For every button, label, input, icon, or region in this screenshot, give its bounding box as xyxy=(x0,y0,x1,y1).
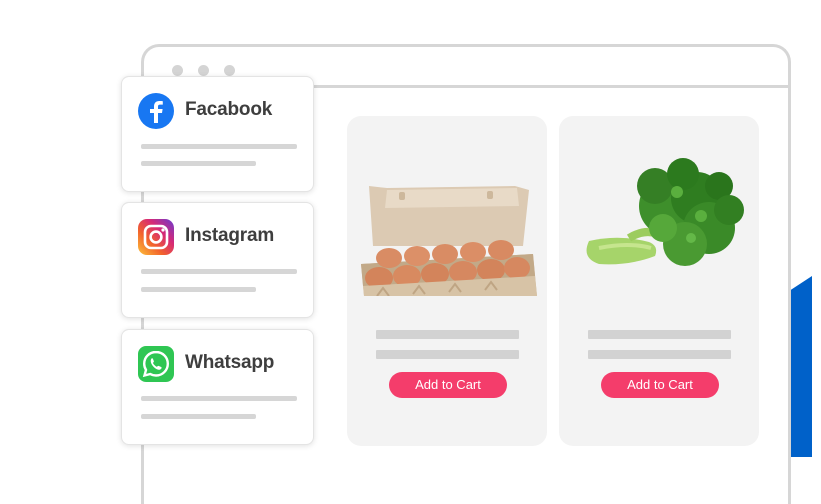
product-price-placeholder xyxy=(588,350,731,359)
product-title-placeholder xyxy=(588,330,731,339)
product-title-placeholder xyxy=(376,330,519,339)
product-card-eggs: Add to Cart xyxy=(347,116,547,446)
social-card-whatsapp[interactable]: Whatsapp xyxy=(121,329,314,445)
text-placeholder-line xyxy=(141,144,297,149)
facebook-icon xyxy=(138,93,174,129)
window-dot xyxy=(198,65,209,76)
social-label-whatsapp: Whatsapp xyxy=(185,352,275,373)
product-card-broccoli: Add to Cart xyxy=(559,116,759,446)
add-to-cart-button[interactable]: Add to Cart xyxy=(389,372,507,398)
broccoli-image xyxy=(586,158,744,266)
social-card-instagram[interactable]: Instagram xyxy=(121,202,314,318)
window-dot xyxy=(172,65,183,76)
window-dot xyxy=(224,65,235,76)
text-placeholder-line xyxy=(141,269,297,274)
text-placeholder-line xyxy=(141,287,256,292)
text-placeholder-line xyxy=(141,161,256,166)
text-placeholder-line xyxy=(141,414,256,419)
text-placeholder-line xyxy=(141,396,297,401)
social-card-facebook[interactable]: Facabook xyxy=(121,76,314,192)
instagram-icon xyxy=(138,219,174,255)
whatsapp-icon xyxy=(138,346,174,382)
product-price-placeholder xyxy=(376,350,519,359)
social-label-facebook: Facabook xyxy=(185,99,273,120)
social-label-instagram: Instagram xyxy=(185,225,275,246)
egg-carton-image xyxy=(361,186,537,296)
add-to-cart-button[interactable]: Add to Cart xyxy=(601,372,719,398)
